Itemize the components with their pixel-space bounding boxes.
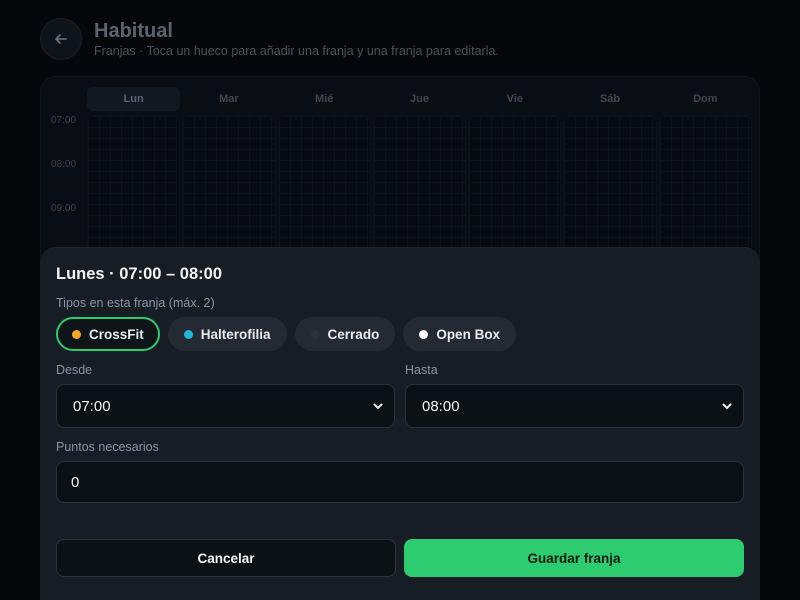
day-tab-lun[interactable]: Lun — [87, 87, 181, 111]
from-select-value: 07:00 — [73, 397, 111, 415]
color-dot-icon — [310, 329, 320, 339]
points-input[interactable]: 0 — [56, 461, 744, 503]
day-tab-jue[interactable]: Jue — [373, 87, 466, 111]
chip-label: Halterofilia — [200, 326, 271, 342]
time-label: 07:00 — [51, 115, 77, 126]
chevron-down-icon — [373, 403, 383, 409]
color-dot-icon — [72, 329, 81, 339]
arrow-left-icon — [55, 34, 67, 44]
type-chip-halterofilia[interactable]: Halterofilia — [167, 317, 287, 351]
type-chip-crossfit[interactable]: CrossFit — [56, 317, 160, 351]
time-label: 08:00 — [51, 159, 77, 170]
cancel-button[interactable]: Cancelar — [56, 539, 396, 577]
day-tab-dom[interactable]: Dom — [659, 87, 752, 111]
from-select[interactable]: 07:00 — [56, 384, 395, 428]
chip-label: Open Box — [436, 326, 501, 342]
from-label: Desde — [56, 363, 93, 377]
day-tab-vie[interactable]: Vie — [468, 87, 561, 111]
types-label: Tipos en esta franja (máx. 2) — [56, 296, 215, 310]
back-button[interactable] — [40, 18, 82, 60]
page-title: Habitual — [94, 20, 173, 42]
weekly-schedule: Lun Mar Mié Jue Vie Sáb Dom 07:00 08:00 … — [40, 76, 760, 276]
sheet-title: Lunes · 07:00 – 08:00 — [56, 265, 222, 283]
to-select-value: 08:00 — [422, 397, 460, 415]
day-tab-sab[interactable]: Sáb — [563, 87, 656, 111]
points-label: Puntos necesarios — [56, 440, 159, 454]
points-input-value: 0 — [71, 473, 80, 491]
time-label: 09:00 — [51, 203, 77, 214]
day-header-row: Lun Mar Mié Jue Vie Sáb Dom — [87, 87, 752, 111]
save-slot-button[interactable]: Guardar franja — [404, 539, 744, 577]
chip-label: CrossFit — [89, 326, 144, 342]
day-tab-mie[interactable]: Mié — [278, 87, 371, 111]
type-chip-cerrado[interactable]: Cerrado — [294, 317, 396, 351]
edit-slot-sheet: Lunes · 07:00 – 08:00 Tipos en esta fran… — [40, 247, 760, 600]
day-tab-mar[interactable]: Mar — [182, 87, 275, 111]
color-dot-icon — [183, 329, 193, 339]
chevron-down-icon — [722, 403, 732, 409]
type-chips: CrossFit Halterofilia Cerrado Open Box — [56, 317, 517, 351]
type-chip-open-box[interactable]: Open Box — [403, 317, 517, 351]
page-subtitle: Franjas · Toca un hueco para añadir una … — [94, 44, 499, 58]
to-select[interactable]: 08:00 — [405, 384, 744, 428]
page-header: Habitual Franjas · Toca un hueco para añ… — [40, 18, 760, 60]
to-label: Hasta — [405, 363, 438, 377]
chip-label: Cerrado — [327, 326, 380, 342]
color-dot-icon — [419, 329, 429, 339]
